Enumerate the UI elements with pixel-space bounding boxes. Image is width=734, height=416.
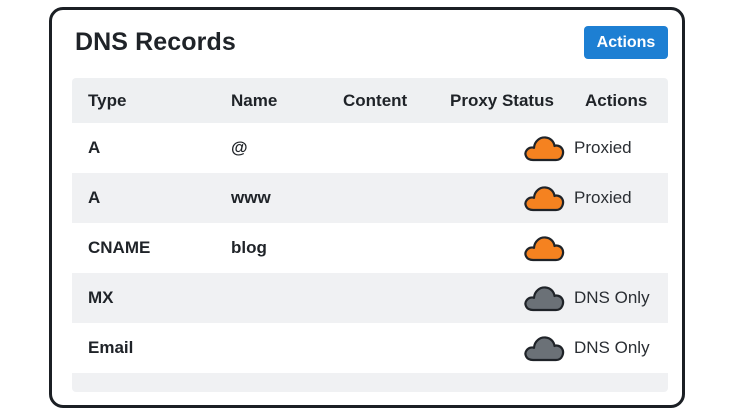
orange-cloud-icon[interactable] (522, 132, 566, 164)
table-row[interactable]: A www Proxied (72, 173, 668, 223)
orange-cloud-icon[interactable] (522, 182, 566, 214)
column-header-content[interactable]: Content (343, 78, 407, 123)
record-type: A (88, 188, 101, 207)
table-row[interactable]: MX DNS Only (72, 273, 668, 323)
column-header-name[interactable]: Name (231, 78, 277, 123)
table-row[interactable]: Email DNS Only (72, 323, 668, 373)
card-title: DNS Records (75, 28, 236, 56)
record-name: www (231, 188, 271, 207)
gray-cloud-icon[interactable] (522, 332, 566, 364)
proxy-status-label: Proxied (574, 138, 632, 157)
column-header-proxy-status[interactable]: Proxy Status (450, 78, 554, 123)
dns-records-table: Type Name Content Proxy Status Actions A… (72, 78, 668, 392)
table-footer (72, 373, 668, 392)
record-name: @ (231, 138, 248, 157)
gray-cloud-icon[interactable] (522, 282, 566, 314)
proxy-status-label: Proxied (574, 188, 632, 207)
proxy-status-label: DNS Only (574, 338, 650, 357)
table-header: Type Name Content Proxy Status Actions (72, 78, 668, 123)
record-type: Email (88, 338, 134, 357)
record-name: blog (231, 238, 267, 257)
record-type: MX (88, 288, 114, 307)
actions-button[interactable]: Actions (584, 26, 668, 59)
record-type: A (88, 138, 101, 157)
record-type: CNAME (88, 238, 151, 257)
column-header-actions[interactable]: Actions (585, 78, 647, 123)
table-row[interactable]: A @ Proxied (72, 123, 668, 173)
dns-records-card: DNS Records Actions Type Name Content Pr… (49, 7, 685, 408)
column-header-type[interactable]: Type (88, 78, 126, 123)
orange-cloud-icon[interactable] (522, 232, 566, 264)
proxy-status-label: DNS Only (574, 288, 650, 307)
table-row[interactable]: CNAME blog (72, 223, 668, 273)
